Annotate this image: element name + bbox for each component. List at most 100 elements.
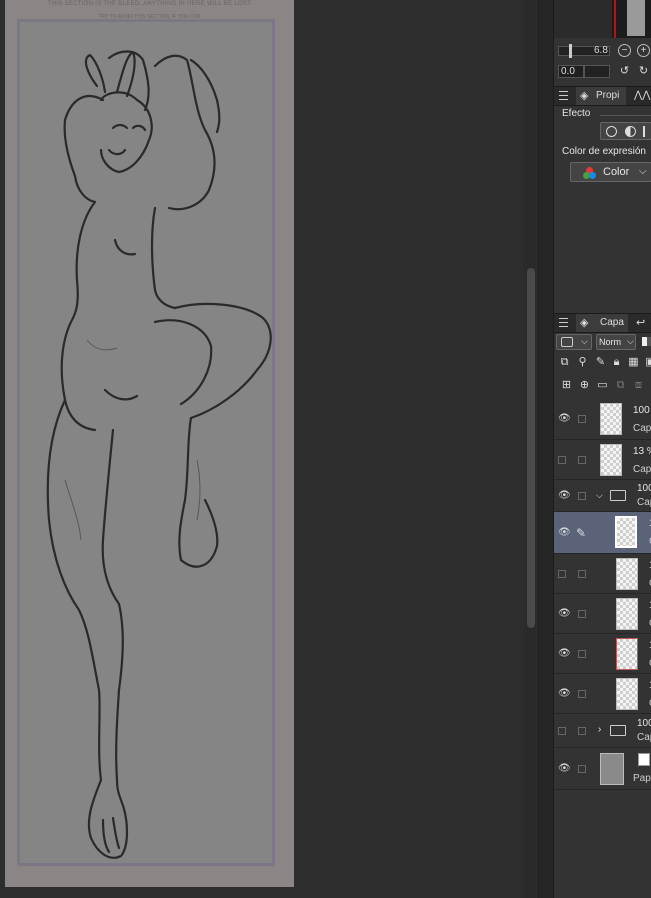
- tab-layers-label: Capa: [600, 317, 624, 328]
- new-folder-icon[interactable]: ▭: [596, 379, 609, 392]
- layer-row[interactable]: 1 C: [554, 554, 651, 594]
- eye-icon[interactable]: 👁︎: [558, 649, 571, 659]
- tab-brush-size[interactable]: ⋀⋀: [630, 87, 651, 105]
- layer-thumbnail: [616, 678, 638, 710]
- layer-edit-checkbox[interactable]: [578, 610, 586, 618]
- reference-layer-icon[interactable]: ⚲: [576, 356, 589, 369]
- zoom-out-icon[interactable]: −: [618, 44, 631, 57]
- eye-icon[interactable]: 👁︎: [558, 528, 571, 538]
- tone-effect-icon[interactable]: [625, 126, 636, 137]
- extra-effect-icon[interactable]: [643, 126, 645, 137]
- layer-color-select[interactable]: ⌵: [556, 334, 592, 350]
- right-dock-panel: 6.8 − + 0.0 ↺ ↻ ◈ Propi ⋀⋀ Efecto Color …: [553, 0, 651, 898]
- layer-edit-checkbox[interactable]: [578, 456, 586, 464]
- layer-row-selected[interactable]: 👁︎ ✎ 1 C: [554, 512, 651, 554]
- new-vector-layer-icon[interactable]: ⊕: [578, 379, 591, 392]
- layer-name: Capa: [633, 423, 651, 434]
- merge-down-icon[interactable]: ⧈: [632, 379, 645, 392]
- tab-layers[interactable]: ◈ Capa: [576, 314, 628, 332]
- layer-thumbnail: [600, 444, 622, 476]
- chevron-down-icon: ⌵: [639, 166, 647, 177]
- layer-create-row: ⊞ ⊕ ▭ ⧉ ⧈: [554, 376, 651, 396]
- color-wheel-icon: [583, 167, 597, 179]
- mask-icon[interactable]: ▣: [644, 356, 651, 369]
- layer-opacity: 13 %: [633, 446, 651, 457]
- rotate-right-icon[interactable]: ↻: [637, 65, 650, 78]
- tab-history[interactable]: ↩: [632, 314, 651, 332]
- blend-mode-select[interactable]: Norm ⌵: [596, 334, 636, 350]
- rotation-slider[interactable]: [584, 65, 610, 78]
- layer-folder-row[interactable]: › 100 Cap: [554, 714, 651, 748]
- layer-blend-row: ⌵ Norm ⌵: [554, 332, 651, 352]
- layer-thumbnail: [616, 598, 638, 630]
- layer-tabbar: ◈ Capa ↩: [554, 313, 651, 333]
- rotation-row: 0.0 ↺ ↻: [554, 63, 651, 81]
- eye-icon[interactable]: 👁︎: [558, 609, 571, 619]
- rotation-value[interactable]: 0.0: [558, 65, 584, 78]
- hidden-visibility-box[interactable]: [558, 570, 566, 578]
- chevron-right-icon[interactable]: ›: [598, 724, 601, 735]
- layer-edit-checkbox[interactable]: [578, 570, 586, 578]
- navigator-preview[interactable]: [554, 0, 651, 38]
- layer-name: Pap: [633, 773, 651, 784]
- layer-thumbnail: [616, 638, 638, 670]
- new-raster-layer-icon[interactable]: ⊞: [560, 379, 573, 392]
- tab-properties-label: Propi: [596, 90, 620, 101]
- navigator-thumbnail: [627, 0, 645, 36]
- zoom-slider-handle[interactable]: [569, 44, 572, 58]
- eye-icon[interactable]: 👁︎: [558, 491, 571, 501]
- layer-color-icon: [561, 337, 573, 347]
- rotate-left-icon[interactable]: ↺: [618, 65, 631, 78]
- effect-buttons: [600, 122, 651, 140]
- layer-name: Cap: [637, 732, 651, 743]
- blend-mode-value: Norm: [599, 337, 621, 347]
- chevron-down-icon[interactable]: ⌵: [596, 490, 603, 501]
- transparency-icon[interactable]: [642, 337, 651, 346]
- layer-edit-checkbox[interactable]: [578, 765, 586, 773]
- expression-color-select[interactable]: Color ⌵: [570, 162, 651, 182]
- layer-name: Capa: [633, 464, 651, 475]
- layer-edit-checkbox[interactable]: [578, 492, 586, 500]
- layer-edit-checkbox[interactable]: [578, 727, 586, 735]
- layer-edit-checkbox[interactable]: [578, 415, 586, 423]
- expression-color-value: Color: [603, 166, 630, 178]
- transfer-down-icon[interactable]: ⧉: [614, 379, 627, 392]
- layer-edit-checkbox[interactable]: [578, 690, 586, 698]
- eye-icon[interactable]: 👁︎: [558, 764, 571, 774]
- zoom-value: 6.8: [594, 45, 608, 56]
- hidden-visibility-box[interactable]: [558, 727, 566, 735]
- draft-layer-icon[interactable]: ✎: [594, 356, 607, 369]
- zoom-in-icon[interactable]: +: [637, 44, 650, 57]
- eye-icon[interactable]: 👁︎: [558, 414, 571, 424]
- lock-transparency-icon[interactable]: ▦: [627, 356, 640, 369]
- layer-row[interactable]: 👁︎ 100 Capa: [554, 398, 651, 440]
- layer-row[interactable]: 👁︎ 1 C: [554, 674, 651, 714]
- layer-edit-checkbox[interactable]: [578, 650, 586, 658]
- properties-tabbar: ◈ Propi ⋀⋀: [554, 86, 651, 106]
- border-effect-icon[interactable]: [606, 126, 617, 137]
- scrollbar-thumb[interactable]: [527, 268, 535, 628]
- hidden-visibility-box[interactable]: [558, 456, 566, 464]
- folder-icon: [610, 725, 626, 736]
- layer-thumbnail: [600, 753, 624, 785]
- layer-tools-row: ⧉ ⚲ ✎ 🔒︎ ▦ ▣: [554, 354, 651, 372]
- figure-sketch: [46, 50, 272, 859]
- tab-properties[interactable]: ◈ Propi: [576, 87, 626, 105]
- layers-icon: ◈: [580, 317, 589, 329]
- eye-icon[interactable]: 👁︎: [558, 689, 571, 699]
- layer-opacity: 100: [633, 405, 650, 416]
- layer-row[interactable]: 👁︎ 1 C: [554, 594, 651, 634]
- layer-panel-menu-icon[interactable]: [559, 318, 568, 327]
- expression-color-label: Color de expresión: [562, 146, 646, 157]
- panel-divider[interactable]: [538, 0, 553, 898]
- lock-icon[interactable]: 🔒︎: [610, 356, 623, 369]
- layer-row[interactable]: 13 % Capa: [554, 440, 651, 480]
- layer-folder-row[interactable]: 👁︎ ⌵ 100 Cap: [554, 480, 651, 512]
- mountain-icon: ⋀⋀: [634, 90, 651, 101]
- paper-layer-row[interactable]: 👁︎ Pap: [554, 748, 651, 790]
- panel-menu-icon[interactable]: [559, 91, 568, 100]
- clip-layer-icon[interactable]: ⧉: [558, 356, 571, 369]
- chevron-down-icon: ⌵: [627, 336, 634, 346]
- layer-thumbnail: [615, 516, 637, 548]
- layer-row[interactable]: 👁︎ 1 C: [554, 634, 651, 674]
